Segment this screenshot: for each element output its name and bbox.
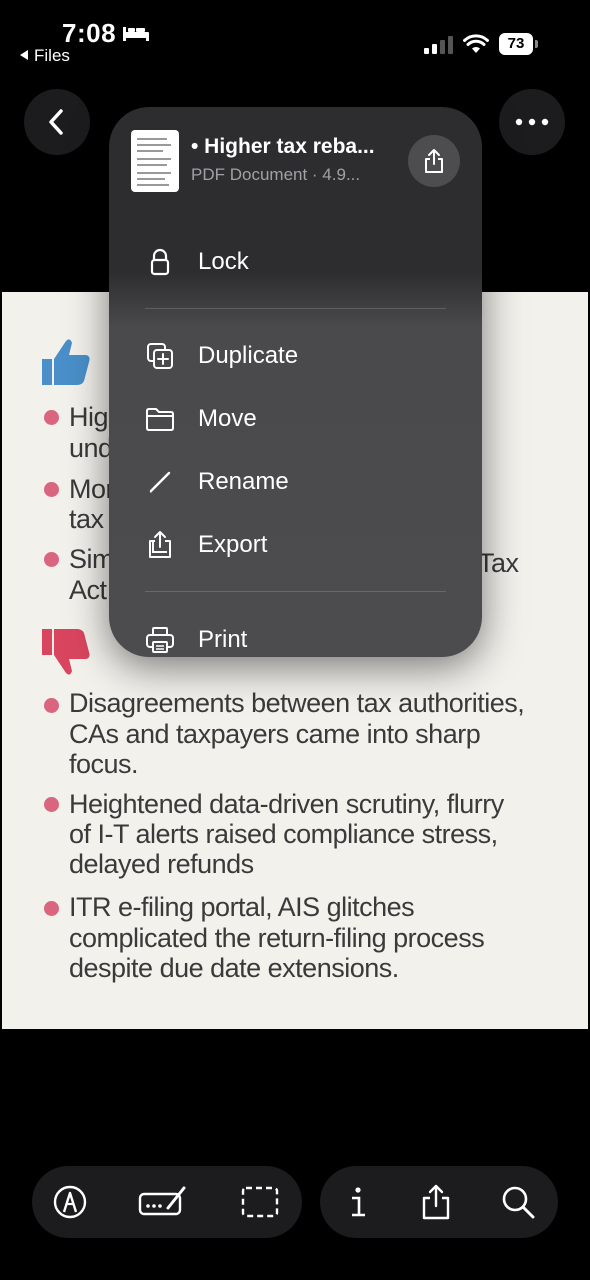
bullet [44, 797, 59, 812]
ellipsis-icon [515, 118, 549, 126]
menu-share-button[interactable] [408, 135, 460, 187]
export-icon [149, 531, 171, 558]
pencil-icon [149, 471, 171, 493]
menu-item-export[interactable]: Export [109, 517, 482, 573]
bullet [44, 901, 59, 916]
bullet [44, 552, 59, 567]
markup-icon[interactable] [52, 1184, 88, 1220]
toolbar-right-group [320, 1166, 558, 1238]
sleep-focus-icon [123, 27, 149, 41]
back-triangle-icon [20, 50, 28, 60]
toolbar-left-group [32, 1166, 302, 1238]
menu-divider [145, 308, 446, 309]
menu-item-move[interactable]: Move [109, 391, 482, 447]
file-title: • Higher tax reba... [191, 135, 375, 158]
menu-divider [145, 591, 446, 592]
menu-item-rename[interactable]: Rename [109, 454, 482, 510]
file-thumbnail [131, 130, 179, 192]
chevron-left-icon [49, 109, 63, 135]
info-icon[interactable] [340, 1184, 376, 1220]
file-subtitle: PDF Document · 4.9... [191, 165, 361, 184]
lock-icon [150, 248, 170, 276]
duplicate-icon [147, 343, 173, 369]
search-icon[interactable] [500, 1184, 536, 1220]
select-icon[interactable] [240, 1184, 280, 1220]
battery-indicator: 73 [499, 33, 539, 55]
autofill-icon[interactable] [138, 1184, 188, 1220]
folder-icon [146, 408, 174, 431]
menu-item-duplicate[interactable]: Duplicate [109, 328, 482, 384]
wifi-icon [463, 34, 489, 53]
share-icon[interactable] [418, 1184, 454, 1220]
menu-item-lock[interactable]: Lock [109, 234, 482, 290]
status-time: 7:08 [62, 18, 117, 48]
bullet [44, 698, 59, 713]
more-options-button[interactable] [499, 89, 565, 155]
bullet [44, 410, 59, 425]
back-to-app-link[interactable]: Files [20, 46, 70, 66]
menu-item-print[interactable]: Print [109, 612, 482, 668]
share-icon [425, 149, 443, 173]
cellular-signal-icon [424, 36, 453, 54]
bullet [44, 482, 59, 497]
thumbs-up-icon [42, 339, 90, 385]
printer-icon [146, 627, 174, 653]
back-button[interactable] [24, 89, 90, 155]
file-context-menu: • Higher tax reba... PDF Document · 4.9.… [109, 107, 482, 657]
thumbs-down-icon [42, 629, 90, 675]
